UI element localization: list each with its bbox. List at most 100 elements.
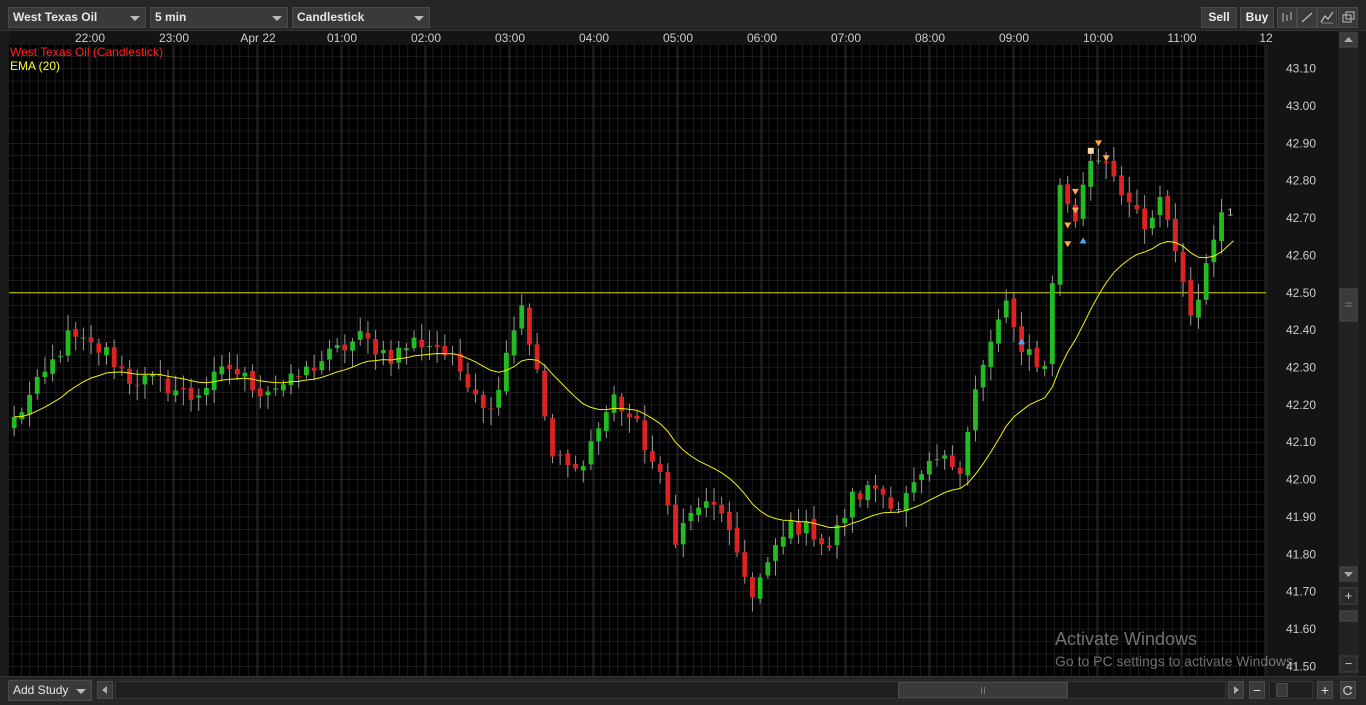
popout-window-icon[interactable]	[1338, 7, 1358, 28]
candle-body	[265, 391, 271, 396]
bar-chart-icon[interactable]	[1277, 7, 1297, 28]
scroll-thumb[interactable]	[1339, 288, 1358, 322]
x-axis-ticks: 22:00 23:00 Apr 22 01:00 02:00 03:00 04:00 05:0…	[75, 31, 1273, 45]
candle-body	[396, 347, 402, 363]
candle-body	[250, 371, 255, 391]
last-price-marker: 1	[1228, 207, 1234, 218]
minus-icon: −	[1345, 656, 1353, 671]
candle-body	[688, 512, 694, 521]
candle-body	[1203, 263, 1209, 300]
scroll-down-button[interactable]	[1339, 566, 1358, 582]
candle-body	[173, 390, 179, 396]
symbol-dropdown[interactable]: West Texas Oil	[8, 7, 146, 28]
chart-style-icon[interactable]	[1317, 7, 1337, 28]
x-tick-label: 03:00	[495, 31, 525, 45]
x-tick-label: 10:00	[1083, 31, 1113, 45]
candle-body	[1042, 366, 1048, 369]
candle-body	[573, 464, 578, 469]
candle-body	[942, 455, 948, 459]
candle-body	[273, 388, 279, 390]
candle-body	[796, 521, 801, 535]
candle-body	[34, 376, 40, 394]
zoom-y-slider[interactable]	[1339, 610, 1358, 622]
candle-body	[1096, 160, 1101, 162]
candle-body	[180, 387, 186, 390]
candle-body	[1065, 184, 1071, 205]
candle-body	[996, 319, 1001, 344]
interval-dropdown[interactable]: 5 min	[150, 7, 288, 28]
candle-body	[127, 368, 132, 384]
scroll-up-button[interactable]	[1339, 32, 1358, 48]
x-tick-label: 06:00	[747, 31, 777, 45]
add-study-dropdown[interactable]: Add Study	[8, 680, 92, 701]
candle-body	[234, 368, 240, 375]
scroll-left-button[interactable]	[97, 681, 113, 699]
candle-body	[734, 527, 740, 553]
x-tick-label: 04:00	[579, 31, 609, 45]
x-tick-label: 02:00	[411, 31, 441, 45]
candle-body	[111, 347, 117, 368]
candle-body	[596, 428, 602, 442]
candle-body	[327, 348, 332, 360]
sell-button[interactable]: Sell	[1201, 7, 1237, 28]
reset-view-button[interactable]	[1340, 681, 1356, 699]
chevron-down-icon	[272, 16, 282, 21]
candle-body	[304, 366, 309, 376]
zoom-x-slider[interactable]	[1269, 681, 1313, 699]
x-tick-label: 05:00	[663, 31, 693, 45]
x-tick-label: 09:00	[999, 31, 1029, 45]
candle-body	[57, 356, 63, 358]
chevron-down-icon	[76, 689, 86, 694]
candle-body	[711, 501, 717, 505]
candle-body	[27, 394, 32, 415]
zoom-in-x-button[interactable]: +	[1317, 681, 1333, 699]
candle-body	[342, 344, 348, 351]
candle-body	[73, 329, 79, 337]
candle-body	[1088, 160, 1094, 187]
candle-body	[657, 464, 663, 472]
y-tick-label: 43.10	[1286, 62, 1316, 76]
candle-body	[673, 504, 678, 545]
candle-body	[1026, 349, 1032, 355]
horizontal-scrollbar[interactable]	[115, 681, 1226, 699]
candle-body	[1111, 160, 1117, 177]
candle-body	[11, 416, 17, 429]
candle-body	[534, 344, 540, 370]
candle-body	[811, 518, 817, 540]
candle-body	[850, 491, 855, 518]
scroll-right-button[interactable]	[1228, 681, 1244, 699]
candle-body	[142, 375, 148, 385]
candle-body	[311, 367, 317, 371]
zoom-out-y-button[interactable]: −	[1339, 655, 1358, 673]
candle-body	[1142, 208, 1148, 230]
price-chart[interactable]: 22:00 23:00 Apr 22 01:00 02:00 03:00 04:00 05:0…	[0, 31, 1366, 676]
buy-button[interactable]: Buy	[1240, 7, 1274, 28]
candle-body	[826, 545, 832, 548]
candle-body	[1149, 217, 1155, 229]
x-tick-label: 11:00	[1167, 31, 1196, 45]
activation-watermark-title: Activate Windows	[1055, 629, 1198, 649]
y-tick-label: 41.90	[1286, 510, 1316, 524]
candle-body	[1119, 175, 1124, 196]
zoom-out-x-button[interactable]: −	[1249, 681, 1265, 699]
y-tick-label: 42.00	[1286, 473, 1316, 487]
candle-body	[50, 359, 56, 374]
candle-body	[1196, 299, 1201, 318]
y-tick-label: 42.10	[1286, 435, 1316, 449]
candle-body	[42, 371, 48, 378]
candle-body	[473, 389, 478, 395]
zoom-in-y-button[interactable]: +	[1339, 587, 1358, 605]
note-marker[interactable]	[1087, 147, 1094, 154]
interval-label: 5 min	[155, 10, 187, 24]
candle-body	[134, 384, 140, 386]
candle-body	[1188, 279, 1194, 316]
candle-body	[480, 394, 486, 408]
chart-type-dropdown[interactable]: Candlestick	[292, 7, 430, 28]
candle-body	[434, 344, 440, 347]
horizontal-scroll-thumb[interactable]	[898, 682, 1068, 698]
line-draw-icon[interactable]	[1297, 7, 1317, 28]
candle-body	[873, 485, 878, 489]
candle-body	[911, 482, 917, 493]
y-tick-label: 42.40	[1286, 323, 1316, 337]
candle-body	[496, 389, 502, 408]
